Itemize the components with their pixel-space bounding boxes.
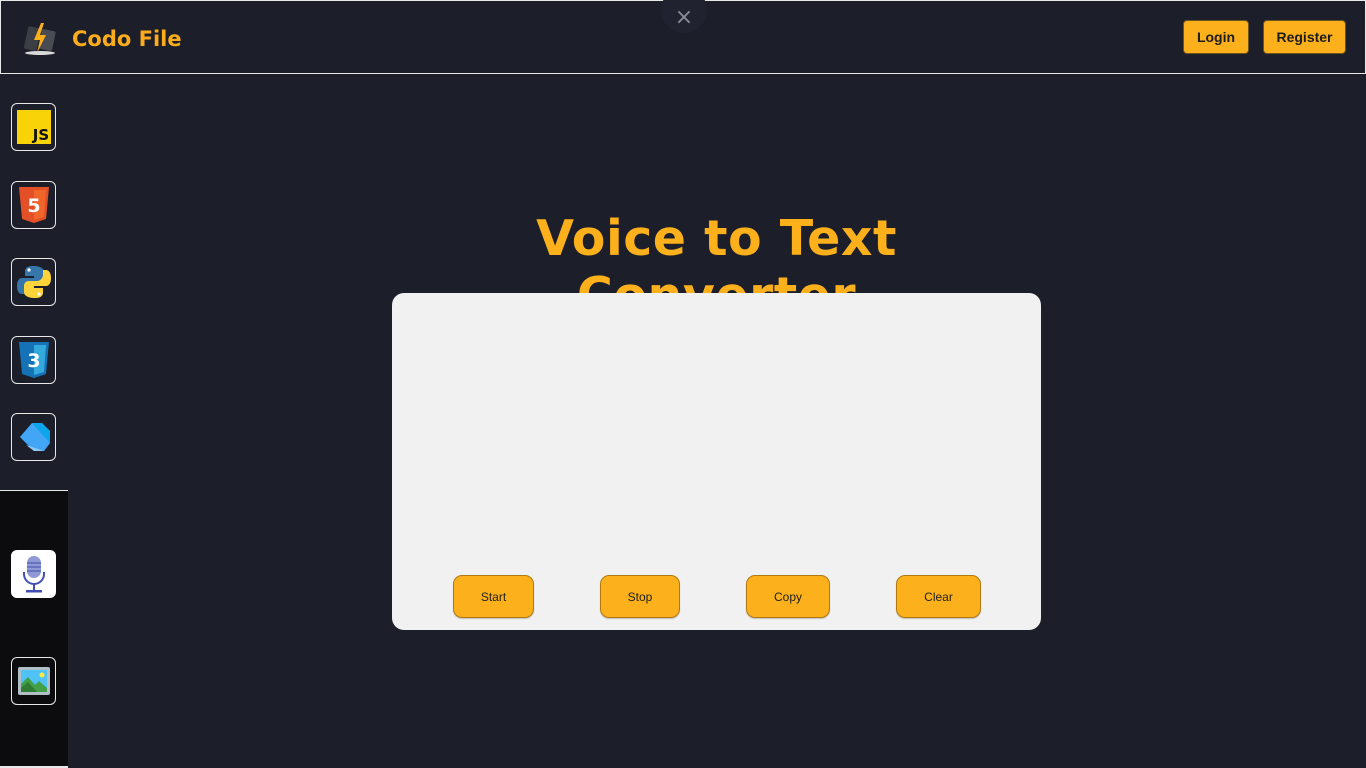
top-header: Codo File × Login Register xyxy=(0,0,1366,74)
sidebar-tools xyxy=(0,490,68,768)
css3-icon: 3 xyxy=(18,342,49,378)
python-icon xyxy=(16,266,51,298)
html5-icon-label: 5 xyxy=(27,195,40,217)
sidebar-item-python[interactable] xyxy=(11,258,56,306)
sidebar-item-html5[interactable]: 5 xyxy=(11,181,56,229)
register-button[interactable]: Register xyxy=(1263,20,1346,54)
converter-panel: Start Stop Copy Clear xyxy=(392,293,1041,630)
stop-button[interactable]: Stop xyxy=(600,575,680,618)
dart-icon xyxy=(19,423,50,451)
sidebar-item-dart[interactable] xyxy=(11,413,56,461)
css3-icon-label: 3 xyxy=(27,350,40,372)
sidebar-item-javascript[interactable]: JS xyxy=(11,103,56,151)
copy-button[interactable]: Copy xyxy=(746,575,830,618)
close-button[interactable]: × xyxy=(661,0,707,33)
start-button[interactable]: Start xyxy=(453,575,534,618)
sidebar-item-image[interactable] xyxy=(11,657,56,705)
lightning-logo-icon xyxy=(24,23,56,55)
js-icon: JS xyxy=(16,110,51,144)
clear-button[interactable]: Clear xyxy=(896,575,981,618)
sidebar-item-voice-to-text[interactable] xyxy=(11,550,56,598)
sidebar-item-css3[interactable]: 3 xyxy=(11,336,56,384)
brand[interactable]: Codo File xyxy=(21,20,182,58)
js-icon-label: JS xyxy=(31,126,48,144)
image-icon xyxy=(17,667,50,695)
close-icon: × xyxy=(674,4,694,30)
login-button[interactable]: Login xyxy=(1183,20,1249,54)
sidebar-languages: JS 5 3 xyxy=(0,74,68,490)
microphone-icon xyxy=(22,556,45,593)
brand-name: Codo File xyxy=(72,27,182,51)
html5-icon: 5 xyxy=(18,187,49,223)
transcript-output[interactable] xyxy=(392,293,1041,563)
